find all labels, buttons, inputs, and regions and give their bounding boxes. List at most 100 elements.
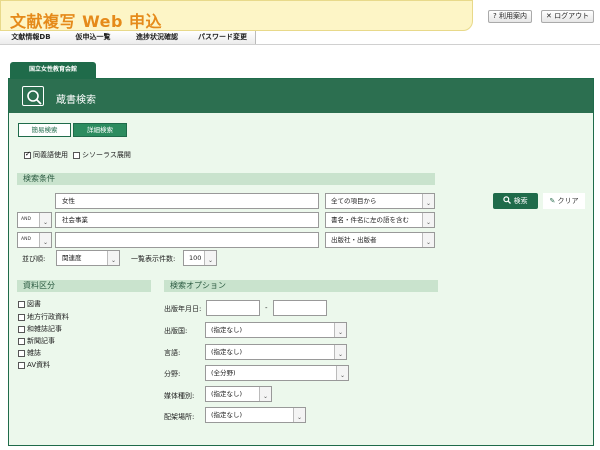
synonym-checkbox[interactable]	[24, 150, 31, 159]
material-checkbox[interactable]	[18, 337, 25, 345]
material-item[interactable]: 図書	[18, 299, 41, 309]
chevron-down-icon: ⌄	[425, 200, 431, 207]
thesaurus-label: シソーラス展開	[82, 151, 131, 159]
material-item[interactable]: 雑誌	[18, 348, 41, 358]
search-button[interactable]: 検索	[493, 193, 538, 209]
pub-year-label: 出版年月日:	[164, 305, 202, 313]
pub-year-separator: -	[265, 304, 268, 312]
media-value: (指定なし)	[211, 390, 243, 398]
chevron-down-icon: ⌄	[339, 372, 345, 379]
material-label: AV資料	[27, 361, 51, 369]
condition-field-value-3: 出版社・出版者	[331, 236, 377, 244]
material-label: 和雑誌記事	[27, 325, 62, 333]
clear-button[interactable]: ✎ クリア	[543, 193, 585, 209]
search-book-icon	[22, 86, 44, 106]
chevron-down-icon: ⌄	[207, 257, 213, 264]
synonym-label: 同義語使用	[33, 151, 68, 159]
main-nav: 文献情報DB 仮申込一覧 進捗状況確認 パスワード変更	[0, 31, 256, 44]
operator-select-2[interactable]: AND ⌄	[17, 212, 52, 228]
condition-field-select-1[interactable]: 全ての項目から ⌄	[325, 193, 435, 209]
library-tab[interactable]: 国立女性教育会館	[10, 62, 96, 78]
nav-item-kari-list[interactable]: 仮申込一覧	[62, 31, 125, 44]
material-item[interactable]: 和雑誌記事	[18, 324, 62, 334]
chevron-down-icon: ⌄	[42, 239, 48, 246]
panel-title: 蔵書検索	[56, 95, 96, 106]
material-item[interactable]: AV資料	[18, 360, 50, 370]
app-title: 文献複写 Web 申込	[10, 12, 163, 31]
chevron-down-icon: ⌄	[337, 329, 343, 336]
operator-select-3[interactable]: AND ⌄	[17, 232, 52, 248]
search-icon	[503, 196, 513, 205]
country-value: (指定なし)	[211, 326, 243, 334]
material-label: 地方行政資料	[27, 313, 69, 321]
search-button-label: 検索	[513, 197, 528, 205]
material-checkbox[interactable]	[18, 361, 25, 369]
material-label: 図書	[27, 300, 41, 308]
language-label: 言語:	[164, 349, 181, 357]
condition-input-3[interactable]	[55, 232, 319, 248]
sort-value: 関連度	[62, 254, 82, 262]
condition-field-select-3[interactable]: 出版社・出版者 ⌄	[325, 232, 435, 248]
nav-item-password[interactable]: パスワード変更	[190, 31, 256, 44]
nav-item-progress[interactable]: 進捗状況確認	[124, 31, 191, 44]
country-label: 出版国:	[164, 327, 188, 335]
field-value: (全分野)	[211, 369, 236, 377]
material-checkbox[interactable]	[18, 313, 25, 321]
location-select[interactable]: (指定なし) ⌄	[205, 407, 306, 423]
thesaurus-checkbox[interactable]	[73, 151, 80, 159]
material-item[interactable]: 地方行政資料	[18, 312, 69, 322]
material-item[interactable]: 新聞記事	[18, 336, 55, 346]
chevron-down-icon: ⌄	[425, 239, 431, 246]
search-options-section-header: 検索オプション	[164, 280, 438, 292]
count-select[interactable]: 100 ⌄	[183, 250, 217, 266]
chevron-down-icon: ⌄	[425, 219, 431, 226]
chevron-down-icon: ⌄	[110, 257, 116, 264]
condition-field-value-2: 書名・件名に左の語を含む	[331, 216, 409, 224]
logout-button[interactable]: ✕ ログアウト	[541, 10, 595, 23]
chevron-down-icon: ⌄	[42, 219, 48, 226]
material-checkbox[interactable]	[18, 325, 25, 333]
thesaurus-option[interactable]: シソーラス展開	[73, 150, 131, 160]
operator-value-3: AND	[21, 237, 31, 242]
simple-search-button[interactable]: 簡易検索	[18, 123, 71, 137]
chevron-down-icon: ⌄	[296, 414, 302, 421]
material-label: 雑誌	[27, 349, 41, 357]
material-section-header: 資料区分	[17, 280, 151, 292]
nav-item-bunken-db[interactable]: 文献情報DB	[0, 31, 63, 44]
media-select[interactable]: (指定なし) ⌄	[205, 386, 272, 402]
country-select[interactable]: (指定なし) ⌄	[205, 322, 347, 338]
help-button-label: 利用案内	[498, 12, 527, 20]
close-icon: ✕	[546, 12, 552, 20]
field-select[interactable]: (全分野) ⌄	[205, 365, 349, 381]
conditions-section-header: 検索条件	[17, 173, 435, 185]
field-label: 分野:	[164, 370, 181, 378]
sort-label: 並び順:	[22, 255, 46, 263]
synonym-option[interactable]: 同義語使用	[24, 150, 68, 160]
advanced-search-button[interactable]: 詳細検索	[73, 123, 127, 137]
media-label: 媒体種別:	[164, 392, 195, 400]
material-checkbox[interactable]	[18, 300, 25, 308]
chevron-down-icon: ⌄	[262, 393, 268, 400]
operator-value-2: AND	[21, 217, 31, 222]
condition-input-1[interactable]: 女性	[55, 193, 319, 209]
logout-button-label: ログアウト	[554, 12, 590, 20]
location-label: 配架場所:	[164, 413, 195, 421]
clear-button-label: クリア	[557, 197, 579, 205]
help-button[interactable]: ? 利用案内	[488, 10, 532, 23]
count-label: 一覧表示件数:	[131, 255, 176, 263]
condition-field-select-2[interactable]: 書名・件名に左の語を含む ⌄	[325, 212, 435, 228]
material-label: 新聞記事	[27, 337, 55, 345]
chevron-down-icon: ⌄	[337, 351, 343, 358]
condition-input-2[interactable]: 社会事業	[55, 212, 319, 228]
question-icon: ?	[493, 12, 497, 20]
panel-header	[9, 79, 593, 113]
eraser-icon: ✎	[549, 197, 556, 205]
location-value: (指定なし)	[211, 411, 243, 419]
count-value: 100	[189, 254, 202, 262]
sort-select[interactable]: 関連度 ⌄	[56, 250, 120, 266]
nav-divider	[0, 44, 600, 45]
pub-year-to-input[interactable]	[273, 300, 327, 316]
material-checkbox[interactable]	[18, 349, 25, 357]
language-select[interactable]: (指定なし) ⌄	[205, 344, 347, 360]
pub-year-from-input[interactable]	[206, 300, 260, 316]
